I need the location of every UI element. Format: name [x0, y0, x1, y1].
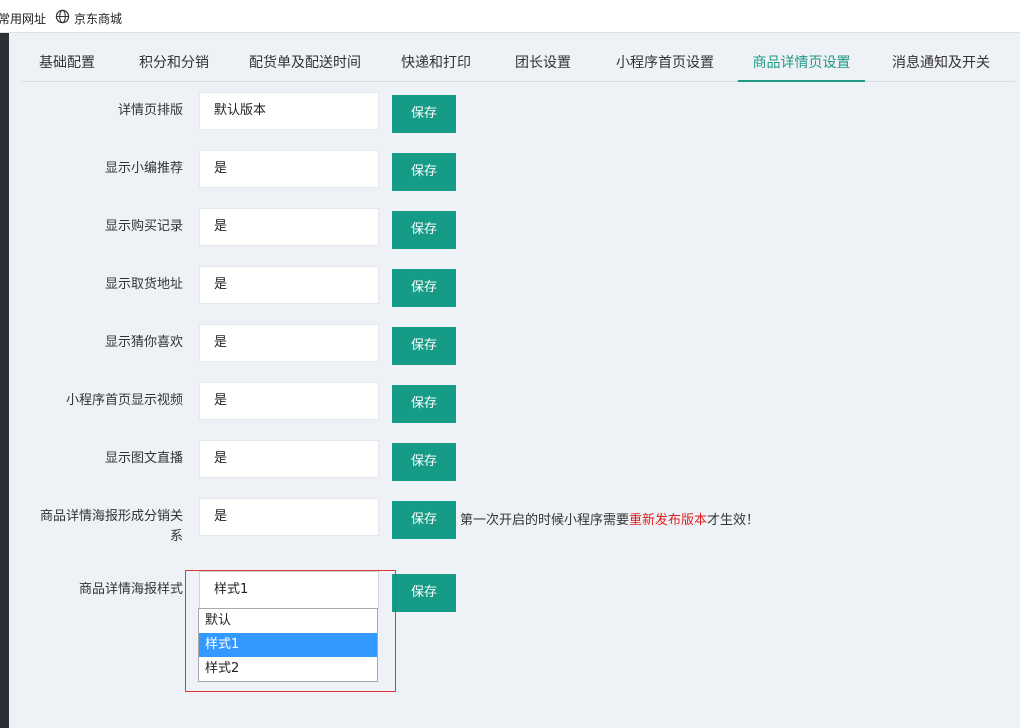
save-button[interactable]: 保存 — [392, 574, 456, 612]
dropdown-option-default[interactable]: 默认 — [199, 609, 377, 633]
show-live-feed-label: 显示图文直播 — [104, 451, 183, 466]
show-purchase-records-label: 显示购买记录 — [104, 219, 183, 234]
save-button[interactable]: 保存 — [392, 385, 456, 423]
save-button[interactable]: 保存 — [392, 269, 456, 307]
detail-layout-select[interactable]: 默认版本 — [199, 92, 379, 130]
bookmark-label: 京东商城 — [74, 12, 123, 26]
poster-distribution-select[interactable]: 是 — [199, 498, 379, 536]
show-pickup-address-label: 显示取货地址 — [104, 277, 183, 292]
show-purchase-records-select[interactable]: 是 — [199, 208, 379, 246]
left-sidebar-edge — [0, 33, 9, 728]
dropdown-option-style2[interactable]: 样式2 — [199, 657, 377, 681]
save-button[interactable]: 保存 — [392, 443, 456, 481]
globe-icon — [55, 9, 70, 24]
bookmark-label: 常用网址 — [0, 12, 47, 26]
save-button[interactable]: 保存 — [392, 501, 456, 539]
show-you-may-like-select[interactable]: 是 — [199, 324, 379, 362]
tab-notification-switches[interactable]: 消息通知及开关 — [889, 52, 993, 82]
show-pickup-address-select[interactable]: 是 — [199, 266, 379, 304]
poster-distribution-label: 商品详情海报形成分销关 系 — [21, 507, 183, 547]
poster-style-dropdown: 默认 样式1 样式2 — [198, 608, 378, 682]
tab-product-detail-settings[interactable]: 商品详情页设置 — [738, 52, 865, 82]
bookmark-jd[interactable]: 京东商城 — [55, 9, 123, 27]
poster-style-select[interactable]: 样式1 — [199, 571, 379, 609]
save-button[interactable]: 保存 — [392, 211, 456, 249]
tab-bar: 基础配置 积分和分销 配货单及配送时间 快递和打印 团长设置 小程序首页设置 商… — [21, 45, 1015, 82]
save-button[interactable]: 保存 — [392, 327, 456, 365]
republish-note: 第一次开启的时候小程序需要重新发布版本才生效！ — [460, 513, 760, 528]
show-you-may-like-label: 显示猜你喜欢 — [104, 335, 183, 350]
detail-layout-label: 详情页排版 — [117, 103, 183, 118]
tab-basic-config[interactable]: 基础配置 — [37, 52, 97, 82]
tab-delivery-schedule[interactable]: 配货单及配送时间 — [247, 52, 363, 82]
settings-panel: 基础配置 积分和分销 配货单及配送时间 快递和打印 团长设置 小程序首页设置 商… — [9, 33, 1020, 728]
show-editor-picks-label: 显示小编推荐 — [104, 161, 183, 176]
show-editor-picks-select[interactable]: 是 — [199, 150, 379, 188]
tab-homepage-settings[interactable]: 小程序首页设置 — [613, 52, 717, 82]
poster-style-label: 商品详情海报样式 — [78, 582, 183, 597]
tab-express-print[interactable]: 快递和打印 — [399, 52, 473, 82]
bookmarks-bar: 常用网址 京东商城 — [0, 0, 1020, 33]
homepage-video-select[interactable]: 是 — [199, 382, 379, 420]
show-live-feed-select[interactable]: 是 — [199, 440, 379, 478]
save-button[interactable]: 保存 — [392, 153, 456, 191]
homepage-video-label: 小程序首页显示视频 — [65, 393, 183, 408]
tab-points-distribution[interactable]: 积分和分销 — [137, 52, 211, 82]
poster-distribution-label-line2: 系 — [169, 529, 183, 544]
poster-distribution-label-line1: 商品详情海报形成分销关 — [39, 509, 183, 524]
dropdown-option-style1[interactable]: 样式1 — [199, 633, 377, 657]
save-button[interactable]: 保存 — [392, 95, 456, 133]
tab-leader-settings[interactable]: 团长设置 — [513, 52, 573, 82]
republish-highlight: 重新发布版本 — [629, 513, 708, 528]
bookmark-common-sites[interactable]: 常用网址 — [0, 10, 46, 27]
